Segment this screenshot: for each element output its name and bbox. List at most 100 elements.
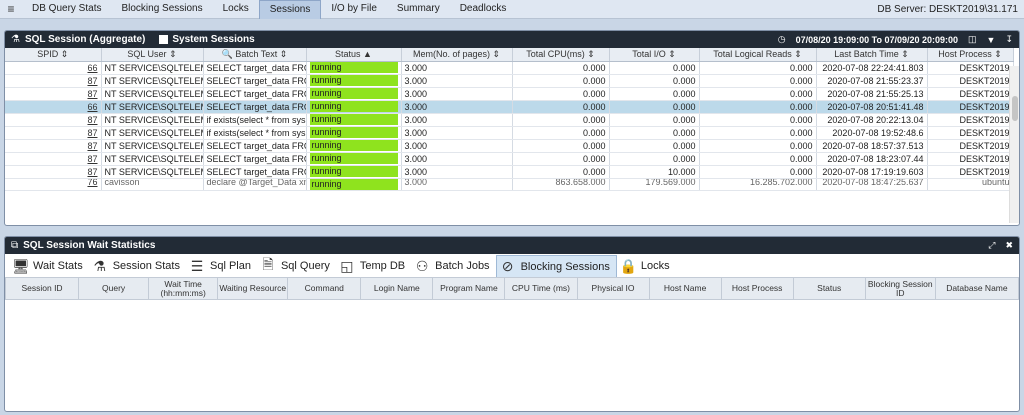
table-row[interactable]: 87 NT SERVICE\SQLTELEMETRYSELECT target_d… (5, 139, 1014, 153)
sql-user-cell: NT SERVICE\SQLTELEMETRY (101, 152, 204, 166)
status-running-bar: running (309, 178, 398, 189)
tab-session-stats[interactable]: ⚗ Session Stats (89, 255, 186, 277)
filter-icon[interactable]: ▼ (987, 35, 996, 45)
table-row[interactable]: 87 NT SERVICE\SQLTELEMETRYSELECT target_d… (5, 74, 1014, 88)
total-cpu-cell: 0.000 (512, 100, 610, 114)
spid-link[interactable]: 66 (87, 63, 97, 73)
tab-summary[interactable]: Summary (387, 0, 450, 19)
wait-col-cpu-time-ms[interactable]: CPU Time (ms) (504, 277, 578, 300)
tab-wait-stats[interactable]: 🖥 Wait Stats (9, 255, 89, 277)
col-total-logical-reads[interactable]: Total Logical Reads ⇕ (699, 48, 817, 62)
wait-col-host-name[interactable]: Host Name (648, 277, 722, 300)
system-sessions-checkbox[interactable] (159, 35, 169, 44)
tab-blocking-sessions[interactable]: Blocking Sessions (111, 0, 212, 19)
tab-db-query-stats[interactable]: DB Query Stats (22, 0, 111, 19)
spid-cell[interactable]: 87 (5, 87, 102, 101)
wait-col-login-name[interactable]: Login Name (360, 277, 434, 300)
tab-locks[interactable]: Locks (213, 0, 259, 19)
col-sql-user[interactable]: SQL User ⇕ (101, 48, 204, 62)
tab-io-by-file[interactable]: I/O by File (321, 0, 387, 19)
clock-icon[interactable]: ◷ (778, 34, 786, 45)
spid-cell[interactable]: 87 (5, 139, 102, 153)
tab-sessions[interactable]: Sessions (258, 0, 322, 19)
spid-link[interactable]: 87 (87, 141, 97, 151)
col-status[interactable]: Status ▲ (306, 48, 402, 62)
last-batch-time-cell: 2020-07-08 22:24:41.803 (816, 61, 928, 75)
table-row[interactable]: 87 NT SERVICE\SQLTELEMETRYif exists(selec… (5, 113, 1014, 127)
spid-cell[interactable]: 76 (5, 178, 102, 191)
last-batch-time-cell: 2020-07-08 21:55:23.37 (816, 74, 928, 88)
wait-col-waiting-resource[interactable]: Waiting Resource (217, 277, 289, 300)
system-sessions-label: System Sessions (172, 34, 255, 45)
expand-icon[interactable]: ⤢ (988, 240, 995, 251)
menu-icon[interactable]: ≡ (0, 0, 22, 19)
tab-deadlocks[interactable]: Deadlocks (450, 0, 517, 19)
table-row[interactable]: 66 NT SERVICE\SQLTELEMETRYSELECT target_d… (5, 61, 1014, 75)
last-batch-time-cell: 2020-07-08 18:57:37.513 (816, 139, 928, 153)
spid-link[interactable]: 66 (87, 102, 97, 112)
sql-user-cell: NT SERVICE\SQLTELEMETRY (101, 61, 204, 75)
tab-batch-jobs[interactable]: ⚇ Batch Jobs (411, 255, 495, 277)
mem-cell: 3.000 (401, 152, 513, 166)
table-row[interactable]: 87 NT SERVICE\SQLTELEMETRYSELECT target_d… (5, 165, 1014, 179)
table-row[interactable]: 87 NT SERVICE\SQLTELEMETRYif exists(selec… (5, 126, 1014, 140)
col-mem[interactable]: Mem(No. of pages) ⇕ (401, 48, 513, 62)
wait-col-host-process[interactable]: Host Process (720, 277, 794, 300)
close-icon[interactable]: ✖ (1005, 240, 1013, 251)
spid-cell[interactable]: 87 (5, 152, 102, 166)
host-process-cell: DESKT2019 (927, 152, 1014, 166)
wait-col-database-name[interactable]: Database Name (934, 277, 1019, 300)
spid-link[interactable]: 76 (87, 178, 97, 187)
session-scrollbar[interactable] (1009, 66, 1019, 223)
spid-cell[interactable]: 66 (5, 61, 102, 75)
wait-col-session-id[interactable]: Session ID (5, 277, 80, 300)
col-batch-text[interactable]: 🔍 Batch Text ⇕ (203, 48, 307, 62)
tab-sql-query[interactable]: 🗎 Sql Query (257, 255, 336, 277)
wait-col-wait-time-hh-mm-ms[interactable]: Wait Time (hh:mm:ms) (148, 277, 219, 300)
sql-user-cell: NT SERVICE\SQLTELEMETRY (101, 139, 204, 153)
table-row[interactable]: 66 NT SERVICE\SQLTELEMETRYSELECT target_d… (5, 100, 1014, 114)
mem-cell: 3.000 (401, 126, 513, 140)
scroll-thumb[interactable] (1012, 96, 1018, 121)
spid-cell[interactable]: 87 (5, 165, 102, 179)
wait-col-status[interactable]: Status (792, 277, 866, 300)
wait-sub-tabs: 🖥 Wait Stats ⚗ Session Stats ☰ Sql Plan 🗎 Sq… (5, 254, 1019, 277)
tab-sql-plan[interactable]: ☰ Sql Plan (186, 255, 257, 277)
col-total-cpu[interactable]: Total CPU(ms) ⇕ (512, 48, 610, 62)
spid-cell[interactable]: 87 (5, 74, 102, 88)
status-running-bar: running (309, 114, 398, 125)
col-last-batch-time[interactable]: Last Batch Time ⇕ (816, 48, 928, 62)
table-row[interactable]: 76 cavisson declare @Target_Data xml runnin… (5, 178, 1014, 191)
spid-link[interactable]: 87 (87, 128, 97, 138)
time-range: 07/08/20 19:09:00 To 07/09/20 20:09:00 (795, 34, 959, 45)
col-spid[interactable]: SPID ⇕ (5, 48, 102, 62)
tab-blocking-sessions-sub[interactable]: ⊘ Blocking Sessions (495, 255, 617, 277)
spid-link[interactable]: 87 (87, 76, 97, 86)
columns-icon[interactable]: ◫ (968, 34, 977, 45)
wait-panel-header: ⧉ SQL Session Wait Statistics ⤢ ✖ (5, 237, 1019, 254)
table-row[interactable]: 87 NT SERVICE\SQLTELEMETRYSELECT target_d… (5, 152, 1014, 166)
wait-col-command[interactable]: Command (287, 277, 362, 300)
spid-link[interactable]: 87 (87, 167, 97, 177)
spid-cell[interactable]: 87 (5, 113, 102, 127)
col-total-io[interactable]: Total I/O ⇕ (609, 48, 700, 62)
spid-cell[interactable]: 87 (5, 126, 102, 140)
wait-col-query[interactable]: Query (78, 277, 150, 300)
col-host-process[interactable]: Host Process ⇕ (927, 48, 1014, 62)
total-io-cell: 0.000 (609, 139, 700, 153)
tab-locks-sub[interactable]: 🔒 Locks (617, 255, 676, 277)
wait-col-program-name[interactable]: Program Name (432, 277, 506, 300)
table-row[interactable]: 87 NT SERVICE\SQLTELEMETRYSELECT target_d… (5, 87, 1014, 101)
mem-cell: 3.000 (401, 74, 513, 88)
spid-link[interactable]: 87 (87, 154, 97, 164)
spid-link[interactable]: 87 (87, 115, 97, 125)
logical-reads-cell: 0.000 (699, 113, 817, 127)
spid-link[interactable]: 87 (87, 89, 97, 99)
wait-col-physical-io[interactable]: Physical IO (576, 277, 650, 300)
status-cell: running (306, 74, 402, 88)
spid-cell[interactable]: 66 (5, 100, 102, 114)
download-icon[interactable]: ↧ (1005, 34, 1013, 45)
wait-col-blocking-session-id[interactable]: Blocking Session ID (864, 277, 936, 300)
tab-temp-db[interactable]: ◱ Temp DB (336, 255, 411, 277)
total-cpu-cell: 0.000 (512, 165, 610, 179)
